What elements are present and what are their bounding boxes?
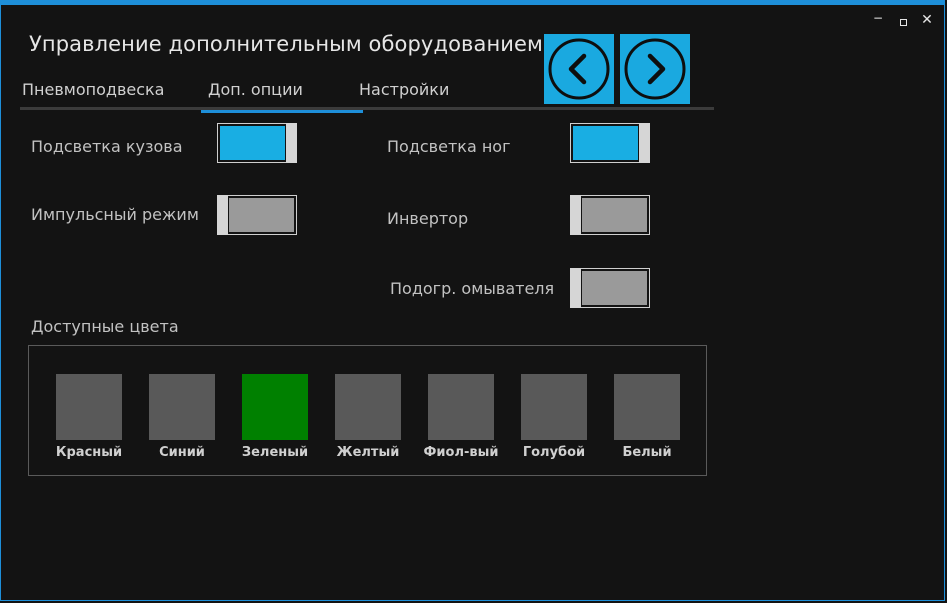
feet-light-label: Подсветка ног [387,137,511,156]
tab-extra-options[interactable]: Доп. опции [201,77,363,113]
pulse-mode-label: Импульсный режим [31,205,199,224]
color-picker-panel: Красный Синий Зеленый Желтый Фиол-вый Го… [28,345,707,476]
washer-heat-toggle[interactable] [570,268,650,308]
washer-heat-label: Подогр. омывателя [390,279,555,298]
available-colors-title: Доступные цвета [31,317,179,336]
tab-settings[interactable]: Настройки [359,77,449,110]
close-icon: ✕ [921,12,933,28]
minimize-icon: − [872,11,884,25]
color-swatch-yellow[interactable] [335,374,401,440]
close-button[interactable]: ✕ [921,13,933,27]
toggle-thumb [570,268,581,308]
toggle-thumb [570,195,581,235]
color-swatch-white[interactable] [614,374,680,440]
color-swatch-green[interactable] [242,374,308,440]
inverter-label: Инвертор [387,209,469,228]
toggle-thumb [639,123,650,163]
maximize-button[interactable] [897,15,909,29]
body-light-toggle[interactable] [217,123,297,163]
toggle-thumb [286,123,297,163]
inverter-toggle[interactable] [570,195,650,235]
minimize-button[interactable]: − [872,11,884,25]
color-swatch-cyan[interactable] [521,374,587,440]
color-label-cyan: Голубой [522,445,586,460]
maximize-icon [899,19,907,26]
color-label-blue: Синий [159,445,205,460]
color-label-white: Белый [622,445,672,460]
app-window: − ✕ Управление дополнительным оборудован… [0,0,945,601]
color-label-yellow: Желтый [336,445,400,460]
pulse-mode-toggle[interactable] [217,195,297,235]
tab-air-suspension[interactable]: Пневмоподвеска [22,77,164,110]
feet-light-toggle[interactable] [570,123,650,163]
page-title: Управление дополнительным оборудованием [29,32,544,56]
color-swatch-red[interactable] [56,374,122,440]
tab-bar: Пневмоподвеска Доп. опции Настройки [20,77,714,113]
color-label-violet: Фиол-вый [423,445,499,460]
color-label-green: Зеленый [241,445,309,460]
color-swatch-violet[interactable] [428,374,494,440]
color-label-red: Красный [55,445,123,460]
color-swatch-blue[interactable] [149,374,215,440]
toggle-thumb [217,195,228,235]
body-light-label: Подсветка кузова [31,137,183,156]
